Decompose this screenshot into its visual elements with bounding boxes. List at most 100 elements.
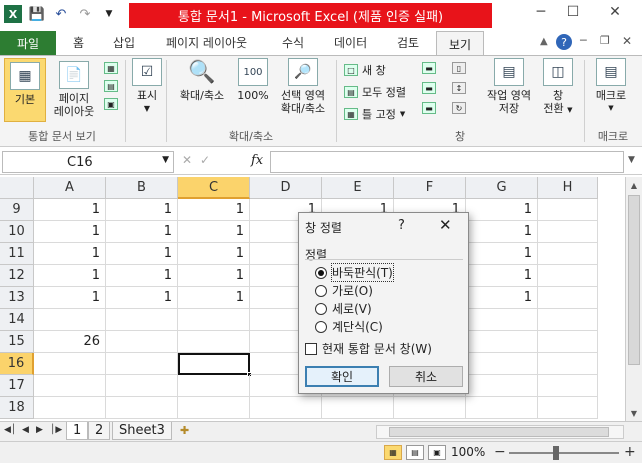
macro-button[interactable]: ▤ 매크로 ▼ [588, 58, 634, 115]
normal-view-button[interactable]: ▦ 기본 [4, 58, 46, 122]
sync-scroll-icon[interactable]: ↕ [452, 82, 466, 94]
row-header-13[interactable]: 13 [0, 287, 34, 309]
column-header-g[interactable]: G [466, 177, 538, 199]
cell[interactable] [538, 243, 598, 265]
cell[interactable] [178, 331, 250, 353]
doc-close-icon[interactable]: ✕ [622, 34, 632, 48]
maximize-button[interactable]: ☐ [558, 4, 588, 20]
switch-windows-button[interactable]: ◫ 창 전환 ▼ [538, 58, 578, 117]
cell[interactable]: 1 [34, 287, 106, 309]
cell[interactable] [466, 397, 538, 419]
zoom-button[interactable]: 🔍 확대/축소 [172, 58, 232, 102]
radio-cascade[interactable]: 계단식(C) [315, 318, 383, 335]
cell[interactable] [466, 375, 538, 397]
tab-insert[interactable]: 삽입 [113, 34, 135, 51]
close-button[interactable]: ✕ [600, 4, 630, 20]
radio-dot[interactable] [315, 266, 327, 279]
row-header-9[interactable]: 9 [0, 199, 34, 221]
scroll-thumb[interactable] [628, 195, 640, 365]
column-header-h[interactable]: H [538, 177, 598, 199]
cell[interactable]: 1 [34, 265, 106, 287]
cell[interactable] [538, 309, 598, 331]
cell[interactable] [106, 397, 178, 419]
insert-function-icon[interactable]: fx [251, 153, 263, 168]
cell[interactable]: 1 [466, 243, 538, 265]
cell[interactable] [34, 309, 106, 331]
h-scroll-thumb[interactable] [389, 427, 609, 437]
row-header-14[interactable]: 14 [0, 309, 34, 331]
tab-data[interactable]: 데이터 [334, 34, 367, 51]
help-icon[interactable]: ? [556, 34, 572, 50]
column-header-d[interactable]: D [250, 177, 322, 199]
custom-views-icon[interactable]: ▤ [104, 80, 118, 92]
chevron-down-icon[interactable]: ▼ [162, 155, 169, 165]
sheet-tab-2[interactable]: 2 [88, 422, 111, 440]
undo-icon[interactable]: ↶ [52, 5, 70, 23]
page-break-status-icon[interactable]: ▣ [428, 445, 446, 460]
cell[interactable]: 1 [466, 287, 538, 309]
row-header-11[interactable]: 11 [0, 243, 34, 265]
cell[interactable] [466, 331, 538, 353]
column-header-e[interactable]: E [322, 177, 394, 199]
customize-icon[interactable]: ▼ [100, 5, 118, 23]
cell[interactable]: 1 [34, 243, 106, 265]
tab-home[interactable]: 홈 [73, 34, 84, 51]
tab-review[interactable]: 검토 [397, 34, 419, 51]
arrange-all-button[interactable]: ▤ 모두 정렬 [344, 84, 406, 100]
save-icon[interactable]: 💾 [28, 5, 46, 23]
cell[interactable] [538, 199, 598, 221]
show-button[interactable]: ☑ 표시 ▼ [132, 58, 162, 115]
zoom-slider-track[interactable] [509, 452, 619, 454]
tab-file[interactable]: 파일 [0, 31, 56, 55]
active-cell[interactable] [178, 353, 250, 375]
doc-restore-icon[interactable]: ❐ [600, 34, 610, 47]
cell[interactable] [34, 397, 106, 419]
row-header-10[interactable]: 10 [0, 221, 34, 243]
cell[interactable] [466, 309, 538, 331]
normal-view-status-icon[interactable]: ▦ [384, 445, 402, 460]
cell[interactable] [106, 309, 178, 331]
hide-icon[interactable]: ▬ [422, 82, 436, 94]
next-sheet-icon[interactable]: ▶ [36, 425, 43, 435]
radio-horizontal[interactable]: 가로(O) [315, 282, 373, 299]
cell[interactable] [106, 331, 178, 353]
cell[interactable] [178, 397, 250, 419]
side-by-side-icon[interactable]: ▯ [452, 62, 466, 74]
first-sheet-icon[interactable]: ◀│ [4, 425, 16, 435]
radio-dot[interactable] [315, 302, 327, 315]
cancel-icon[interactable]: ✕ [182, 153, 192, 167]
reset-position-icon[interactable]: ↻ [452, 102, 466, 114]
cell[interactable] [322, 397, 394, 419]
sheet-tab-3[interactable]: Sheet3 [112, 422, 172, 440]
cell[interactable]: 1 [178, 199, 250, 221]
page-layout-status-icon[interactable]: ▤ [406, 445, 424, 460]
column-header-c[interactable]: C [178, 177, 250, 199]
cell[interactable]: 26 [34, 331, 106, 353]
row-header-12[interactable]: 12 [0, 265, 34, 287]
cell[interactable] [178, 375, 250, 397]
cell[interactable]: 1 [466, 265, 538, 287]
cell[interactable] [538, 397, 598, 419]
radio-tiled[interactable]: 바둑판식(T) [315, 263, 394, 282]
vertical-scrollbar[interactable]: ▲ ▼ [625, 177, 642, 421]
help-button[interactable]: ? [398, 218, 405, 233]
tab-formulas[interactable]: 수식 [282, 34, 304, 51]
cell[interactable] [466, 353, 538, 375]
cell[interactable] [106, 353, 178, 375]
ribbon-collapse-icon[interactable]: ▲ [540, 36, 548, 47]
cell[interactable] [106, 375, 178, 397]
select-all-corner[interactable] [0, 177, 34, 199]
cancel-button[interactable]: 취소 [389, 366, 463, 387]
cell[interactable] [34, 353, 106, 375]
cell[interactable]: 1 [466, 221, 538, 243]
last-sheet-icon[interactable]: │▶ [50, 425, 62, 435]
sheet-tab-1[interactable]: 1 [66, 422, 89, 440]
cell[interactable]: 1 [106, 221, 178, 243]
cell[interactable] [250, 397, 322, 419]
zoom-in-icon[interactable]: + [624, 444, 636, 460]
full-screen-icon[interactable]: ▣ [104, 98, 118, 110]
zoom-slider-thumb[interactable] [553, 446, 559, 460]
cell[interactable] [538, 221, 598, 243]
enter-icon[interactable]: ✓ [200, 153, 210, 167]
cell[interactable] [538, 353, 598, 375]
